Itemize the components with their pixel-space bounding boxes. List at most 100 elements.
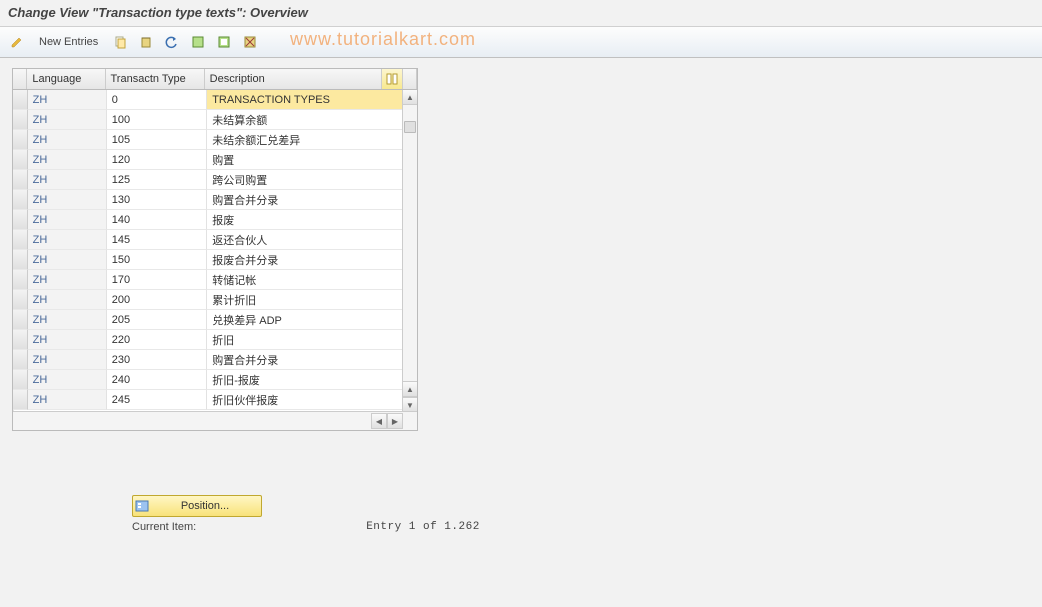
cell-description[interactable]: 兑换差异 ADP [207, 310, 403, 330]
table-row[interactable]: ZH245折旧伙伴报废 [13, 390, 403, 410]
column-header-description[interactable]: Description [205, 69, 383, 89]
cell-transactn-type[interactable]: 125 [107, 170, 207, 190]
cell-language[interactable]: ZH [28, 210, 107, 230]
cell-transactn-type[interactable]: 200 [107, 290, 207, 310]
copy-as-icon[interactable] [109, 31, 131, 53]
row-selector[interactable] [13, 230, 28, 250]
cell-transactn-type[interactable]: 240 [107, 370, 207, 390]
scroll-thumb[interactable] [404, 121, 416, 133]
scroll-right-icon[interactable]: ▶ [387, 413, 403, 429]
cell-transactn-type[interactable]: 105 [107, 130, 207, 150]
cell-description[interactable]: 累计折旧 [207, 290, 403, 310]
horizontal-scrollbar[interactable]: ◀ ▶ [13, 411, 417, 430]
toggle-edit-icon[interactable] [6, 31, 28, 53]
position-button[interactable]: Position... [132, 495, 262, 517]
cell-description[interactable]: TRANSACTION TYPES [207, 90, 403, 110]
table-row[interactable]: ZH140报废 [13, 210, 403, 230]
scroll-down-page-icon[interactable]: ▲ [403, 381, 417, 397]
table-row[interactable]: ZH105未结余额汇兑差异 [13, 130, 403, 150]
vertical-scrollbar[interactable]: ▲ ▲ ▼ [402, 90, 417, 412]
row-selector[interactable] [13, 210, 28, 230]
cell-language[interactable]: ZH [28, 350, 107, 370]
cell-description[interactable]: 跨公司购置 [207, 170, 403, 190]
row-selector[interactable] [13, 290, 28, 310]
cell-description[interactable]: 折旧-报废 [207, 370, 403, 390]
table-row[interactable]: ZH240折旧-报废 [13, 370, 403, 390]
column-selector[interactable] [13, 69, 27, 89]
cell-description[interactable]: 未结算余额 [207, 110, 403, 130]
row-selector[interactable] [13, 270, 28, 290]
scroll-down-icon[interactable]: ▼ [403, 397, 417, 412]
cell-description[interactable]: 返还合伙人 [207, 230, 403, 250]
column-header-transactn-type[interactable]: Transactn Type [106, 69, 205, 89]
table-row[interactable]: ZH100未结算余额 [13, 110, 403, 130]
cell-transactn-type[interactable]: 245 [107, 390, 207, 410]
delete-icon[interactable] [135, 31, 157, 53]
row-selector[interactable] [13, 190, 28, 210]
row-selector[interactable] [13, 370, 28, 390]
row-selector[interactable] [13, 250, 28, 270]
table-row[interactable]: ZH145返还合伙人 [13, 230, 403, 250]
table-row[interactable]: ZH120购置 [13, 150, 403, 170]
cell-transactn-type[interactable]: 0 [107, 90, 207, 110]
row-selector[interactable] [13, 130, 28, 150]
cell-language[interactable]: ZH [28, 170, 107, 190]
row-selector[interactable] [13, 90, 28, 110]
cell-description[interactable]: 购置合并分录 [207, 350, 403, 370]
row-selector[interactable] [13, 170, 28, 190]
cell-language[interactable]: ZH [28, 190, 107, 210]
table-row[interactable]: ZH0TRANSACTION TYPES [13, 90, 403, 110]
cell-description[interactable]: 购置 [207, 150, 403, 170]
undo-icon[interactable] [161, 31, 183, 53]
new-entries-button[interactable]: New Entries [32, 31, 105, 53]
cell-language[interactable]: ZH [28, 230, 107, 250]
cell-transactn-type[interactable]: 170 [107, 270, 207, 290]
cell-transactn-type[interactable]: 220 [107, 330, 207, 350]
cell-description[interactable]: 报废 [207, 210, 403, 230]
cell-transactn-type[interactable]: 150 [107, 250, 207, 270]
cell-language[interactable]: ZH [28, 310, 107, 330]
deselect-all-icon[interactable] [239, 31, 261, 53]
cell-language[interactable]: ZH [28, 330, 107, 350]
select-block-icon[interactable] [213, 31, 235, 53]
scroll-track[interactable] [403, 105, 417, 381]
table-row[interactable]: ZH170转储记帐 [13, 270, 403, 290]
table-row[interactable]: ZH205兑换差异 ADP [13, 310, 403, 330]
table-row[interactable]: ZH150报废合并分录 [13, 250, 403, 270]
cell-transactn-type[interactable]: 205 [107, 310, 207, 330]
cell-language[interactable]: ZH [28, 150, 107, 170]
cell-description[interactable]: 购置合并分录 [207, 190, 403, 210]
select-all-icon[interactable] [187, 31, 209, 53]
cell-description[interactable]: 转储记帐 [207, 270, 403, 290]
table-row[interactable]: ZH200累计折旧 [13, 290, 403, 310]
column-header-language[interactable]: Language [27, 69, 105, 89]
row-selector[interactable] [13, 110, 28, 130]
row-selector[interactable] [13, 330, 28, 350]
cell-transactn-type[interactable]: 230 [107, 350, 207, 370]
scroll-left-icon[interactable]: ◀ [371, 413, 387, 429]
table-row[interactable]: ZH230购置合并分录 [13, 350, 403, 370]
cell-language[interactable]: ZH [28, 110, 107, 130]
table-row[interactable]: ZH125跨公司购置 [13, 170, 403, 190]
cell-description[interactable]: 报废合并分录 [207, 250, 403, 270]
row-selector[interactable] [13, 310, 28, 330]
cell-language[interactable]: ZH [28, 90, 107, 110]
cell-language[interactable]: ZH [28, 290, 107, 310]
cell-transactn-type[interactable]: 100 [107, 110, 207, 130]
row-selector[interactable] [13, 350, 28, 370]
scroll-up-icon[interactable]: ▲ [403, 90, 417, 105]
table-row[interactable]: ZH130购置合并分录 [13, 190, 403, 210]
row-selector[interactable] [13, 390, 28, 410]
cell-language[interactable]: ZH [28, 130, 107, 150]
cell-language[interactable]: ZH [28, 370, 107, 390]
cell-transactn-type[interactable]: 120 [107, 150, 207, 170]
table-row[interactable]: ZH220折旧 [13, 330, 403, 350]
cell-description[interactable]: 未结余额汇兑差异 [207, 130, 403, 150]
cell-description[interactable]: 折旧伙伴报废 [207, 390, 403, 410]
cell-language[interactable]: ZH [28, 390, 107, 410]
cell-description[interactable]: 折旧 [207, 330, 403, 350]
table-config-icon[interactable] [382, 69, 402, 89]
row-selector[interactable] [13, 150, 28, 170]
cell-language[interactable]: ZH [28, 250, 107, 270]
cell-language[interactable]: ZH [28, 270, 107, 290]
